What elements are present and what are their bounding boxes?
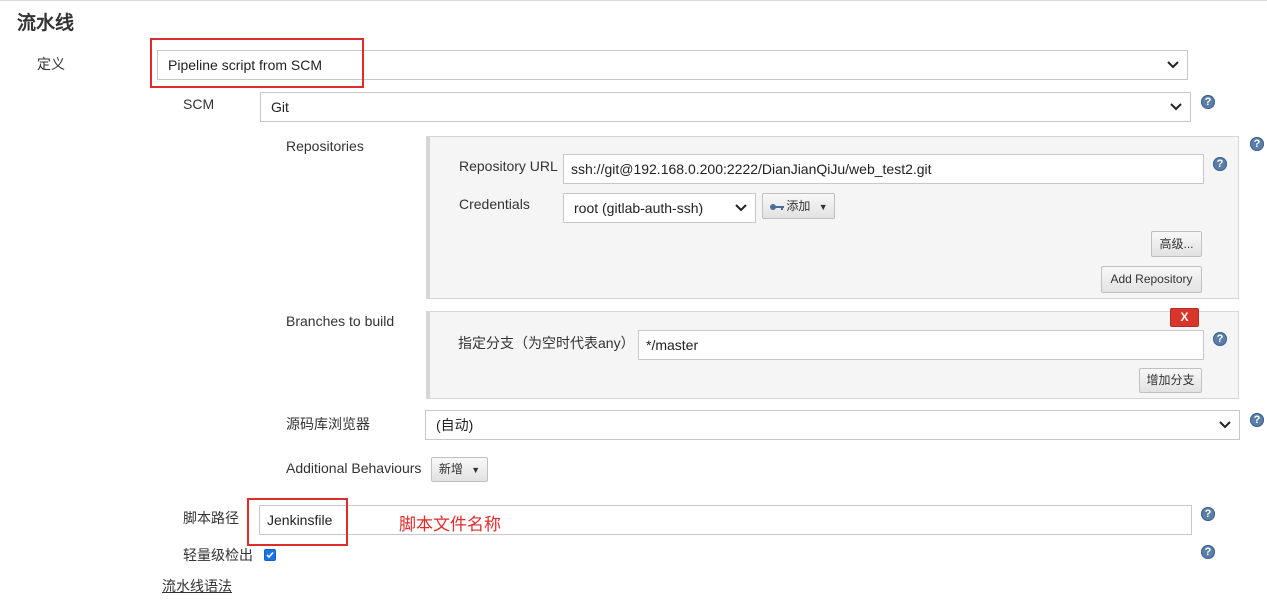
pipeline-syntax-link[interactable]: 流水线语法 [162,576,232,596]
help-icon[interactable]: ? [1213,332,1227,346]
repository-url-label: Repository URL [459,158,558,174]
repository-browser-value: (自动) [436,417,474,433]
chevron-down-icon [1170,103,1182,111]
branch-specifier-input[interactable]: */master [638,330,1204,360]
lightweight-checkout-label: 轻量级检出 [183,547,253,563]
highlight-box-script-path [247,498,348,546]
annotation-text: 脚本文件名称 [399,515,501,535]
highlight-box-definition [150,38,364,88]
help-icon[interactable]: ? [1201,95,1215,109]
add-behaviour-label: 新增 [438,462,463,476]
credentials-label: Credentials [459,196,530,212]
repository-browser-label: 源码库浏览器 [286,416,370,432]
section-title: 流水线 [17,13,75,34]
repository-url-input[interactable]: ssh://git@192.168.0.200:2222/DianJianQiJ… [563,154,1204,184]
definition-label: 定义 [37,56,65,72]
chevron-down-icon [735,204,747,212]
caret-down-icon: ▼ [471,465,481,475]
remove-branch-button[interactable]: X [1170,308,1199,327]
lightweight-checkout-checkbox[interactable] [264,549,276,561]
help-icon[interactable]: ? [1201,545,1215,559]
branch-specifier-label: 指定分支（为空时代表any） [458,335,635,351]
help-icon[interactable]: ? [1250,137,1264,151]
repositories-label: Repositories [286,138,364,154]
chevron-down-icon [1167,61,1179,69]
add-behaviour-button[interactable]: 新增 ▼ [431,457,488,482]
top-divider [0,0,1267,1]
key-icon [770,203,785,210]
advanced-button[interactable]: 高级... [1151,231,1202,257]
caret-down-icon: ▼ [818,202,828,212]
help-icon[interactable]: ? [1213,157,1227,171]
add-credentials-label: 添加 [786,199,811,213]
scm-select[interactable]: Git [260,92,1191,122]
add-branch-button[interactable]: 增加分支 [1139,368,1202,393]
credentials-select-value: root (gitlab-auth-ssh) [574,200,704,216]
scm-label: SCM [183,96,215,112]
repository-browser-select[interactable]: (自动) [425,410,1240,440]
additional-behaviours-label: Additional Behaviours [286,460,422,476]
scm-select-value: Git [271,99,289,115]
help-icon[interactable]: ? [1250,413,1264,427]
add-repository-button[interactable]: Add Repository [1101,266,1202,293]
script-path-label: 脚本路径 [183,510,239,526]
help-icon[interactable]: ? [1201,507,1215,521]
credentials-select[interactable]: root (gitlab-auth-ssh) [563,193,756,223]
branches-label: Branches to build [286,313,395,329]
checkmark-icon [266,551,274,559]
chevron-down-icon [1219,421,1231,429]
add-credentials-button[interactable]: 添加 ▼ [762,193,835,219]
